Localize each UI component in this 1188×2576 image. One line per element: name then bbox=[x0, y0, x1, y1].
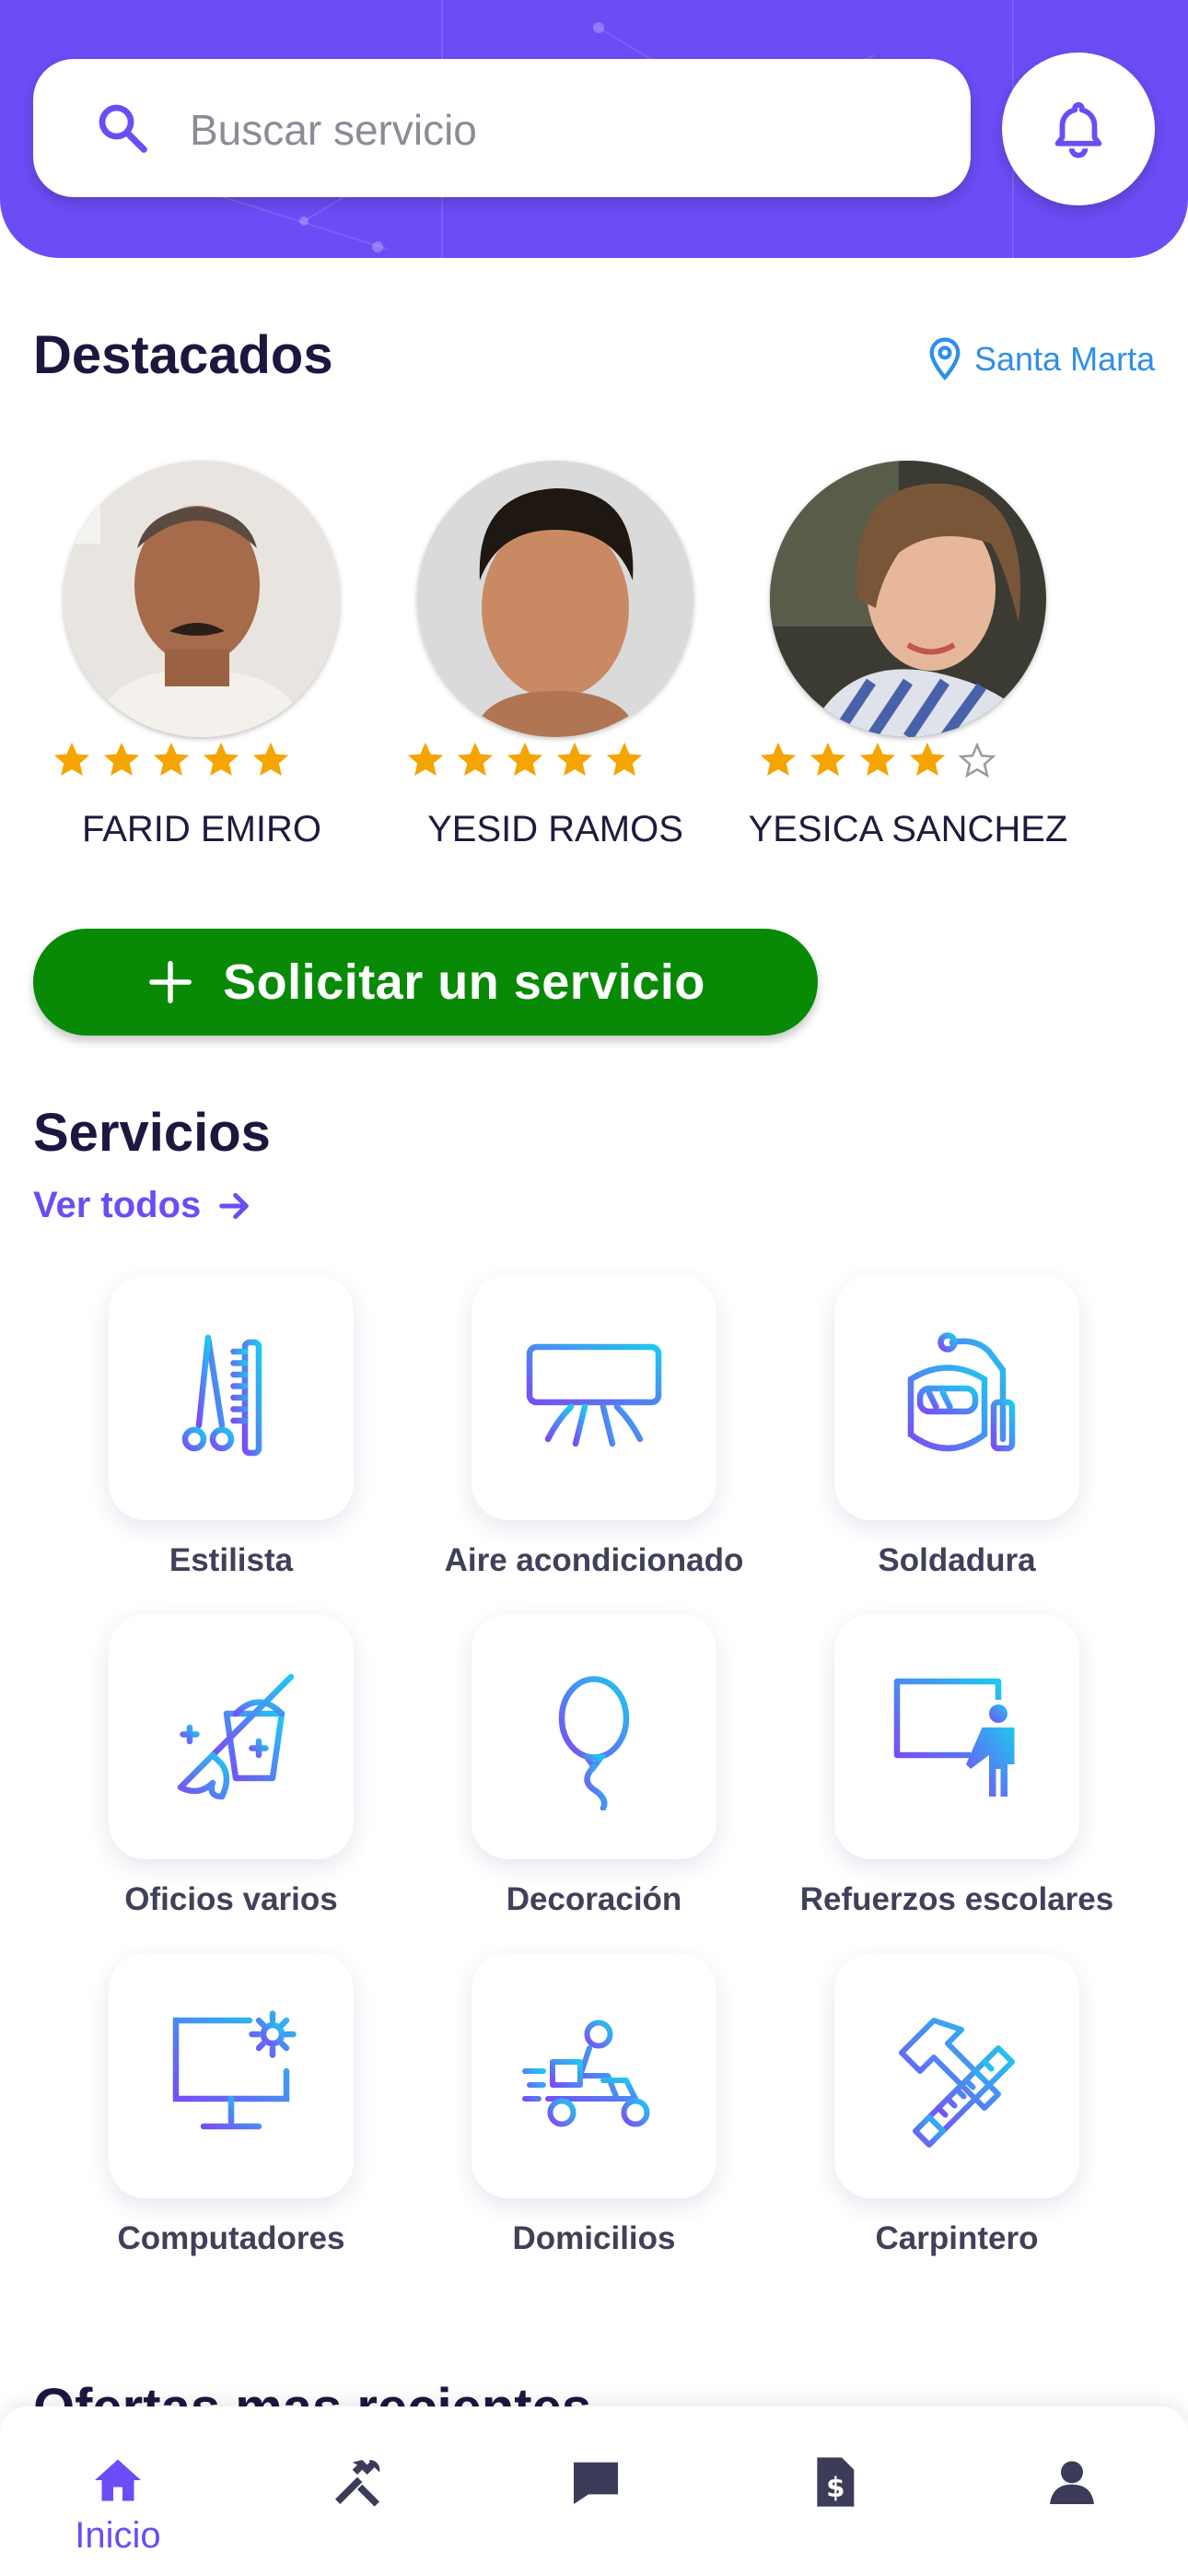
nav-chat[interactable] bbox=[502, 2406, 686, 2576]
service-tile[interactable] bbox=[109, 1953, 354, 2198]
nav-label: Inicio bbox=[75, 2515, 161, 2556]
service-refuerzos-escolares[interactable]: Refuerzos escolares bbox=[761, 1614, 1129, 1946]
star-filled-icon bbox=[252, 742, 289, 777]
location-selector[interactable]: Santa Marta bbox=[925, 332, 1155, 387]
header: Buscar servicio bbox=[0, 0, 1188, 258]
chat-icon bbox=[574, 2462, 618, 2504]
featured-name: YESID RAMOS bbox=[427, 809, 683, 849]
service-estilista[interactable]: Estilista bbox=[35, 1275, 403, 1607]
nav-tools[interactable] bbox=[263, 2406, 448, 2576]
nav-inicio[interactable]: Inicio bbox=[26, 2406, 210, 2576]
invoice-icon: $ bbox=[817, 2457, 855, 2507]
star-empty-icon bbox=[958, 742, 996, 779]
avatar bbox=[417, 461, 693, 737]
arrow-right-icon bbox=[219, 1192, 250, 1219]
see-all-label: Ver todos bbox=[33, 1185, 202, 1225]
service-aire-acondicionado[interactable]: Aire acondicionado bbox=[398, 1275, 766, 1607]
service-label: Refuerzos escolares bbox=[799, 1881, 1114, 1917]
teacher-board-icon bbox=[893, 1678, 1015, 1797]
search-icon bbox=[99, 104, 147, 153]
notifications-button[interactable] bbox=[1002, 53, 1155, 205]
star-filled-icon bbox=[606, 742, 643, 777]
service-label: Estilista bbox=[169, 1542, 294, 1578]
location-label: Santa Marta bbox=[974, 340, 1156, 378]
featured-card-farid[interactable]: FARID EMIRO bbox=[17, 461, 386, 866]
star-filled-icon bbox=[457, 742, 494, 777]
rating-stars bbox=[51, 739, 292, 781]
service-label: Computadores bbox=[117, 2220, 345, 2256]
service-computadores[interactable]: Computadores bbox=[35, 1953, 403, 2285]
services-title: Servicios bbox=[33, 1103, 271, 1163]
star-filled-icon bbox=[809, 742, 846, 777]
see-all-link[interactable]: Ver todos bbox=[33, 1185, 252, 1226]
featured-card-yesid[interactable]: YESID RAMOS bbox=[371, 461, 740, 866]
nav-profile[interactable] bbox=[978, 2406, 1162, 2576]
home-icon bbox=[95, 2459, 141, 2501]
map-pin-icon bbox=[929, 337, 961, 381]
service-domicilios[interactable]: Domicilios bbox=[398, 1953, 766, 2285]
star-filled-icon bbox=[203, 742, 239, 777]
star-filled-icon bbox=[760, 742, 797, 777]
featured-card-yesica[interactable]: YESICA SANCHEZ bbox=[724, 461, 1092, 866]
user-icon bbox=[1050, 2461, 1094, 2504]
star-filled-icon bbox=[859, 742, 896, 777]
service-tile[interactable] bbox=[834, 1275, 1079, 1520]
service-label: Decoración bbox=[506, 1881, 682, 1917]
service-label: Soldadura bbox=[878, 1542, 1036, 1578]
service-oficios-varios[interactable]: Oficios varios bbox=[35, 1614, 403, 1946]
service-carpintero[interactable]: Carpintero bbox=[761, 1953, 1129, 2285]
featured-name: YESICA SANCHEZ bbox=[748, 809, 1068, 849]
star-filled-icon bbox=[153, 742, 190, 777]
featured-name: FARID EMIRO bbox=[81, 809, 322, 849]
service-tile[interactable] bbox=[109, 1275, 354, 1520]
rating-stars bbox=[757, 739, 998, 781]
avatar bbox=[770, 461, 1046, 737]
request-service-label: Solicitar un servicio bbox=[223, 954, 705, 1010]
plus-icon bbox=[149, 961, 192, 1003]
service-label: Aire acondicionado bbox=[444, 1542, 744, 1578]
balloon-icon bbox=[558, 1676, 630, 1810]
rating-stars bbox=[404, 739, 646, 781]
service-label: Oficios varios bbox=[124, 1881, 338, 1917]
service-label: Carpintero bbox=[875, 2220, 1039, 2256]
hammer-saw-icon bbox=[899, 2018, 1015, 2148]
service-decoracion[interactable]: Decoración bbox=[398, 1614, 766, 1946]
tools-icon bbox=[335, 2459, 380, 2507]
service-tile[interactable] bbox=[472, 1953, 716, 2198]
request-service-button[interactable]: Solicitar un servicio bbox=[33, 929, 818, 1036]
air-conditioner-icon bbox=[526, 1343, 662, 1447]
nav-invoice[interactable]: $ bbox=[740, 2406, 925, 2576]
scissors-comb-icon bbox=[181, 1334, 262, 1457]
star-filled-icon bbox=[507, 742, 543, 777]
featured-title: Destacados bbox=[33, 325, 333, 385]
cleaning-bucket-icon bbox=[177, 1673, 295, 1800]
search-input[interactable]: Buscar servicio bbox=[190, 105, 477, 155]
star-filled-icon bbox=[556, 742, 593, 777]
service-tile[interactable] bbox=[472, 1275, 716, 1520]
service-tile[interactable] bbox=[472, 1614, 716, 1859]
avatar bbox=[64, 461, 340, 737]
bottom-nav: Inicio $ bbox=[0, 2406, 1188, 2576]
service-tile[interactable] bbox=[834, 1614, 1079, 1859]
monitor-gear-icon bbox=[172, 2010, 297, 2130]
service-tile[interactable] bbox=[834, 1953, 1079, 2198]
service-tile[interactable] bbox=[109, 1614, 354, 1859]
search-bar[interactable]: Buscar servicio bbox=[33, 59, 971, 197]
delivery-scooter-icon bbox=[522, 2020, 650, 2127]
star-filled-icon bbox=[909, 742, 946, 777]
star-filled-icon bbox=[103, 742, 140, 777]
bell-icon bbox=[1054, 101, 1102, 158]
star-filled-icon bbox=[53, 742, 90, 777]
svg-text:$: $ bbox=[826, 2472, 844, 2503]
service-soldadura[interactable]: Soldadura bbox=[761, 1275, 1129, 1607]
service-label: Domicilios bbox=[512, 2220, 676, 2256]
star-filled-icon bbox=[407, 742, 444, 777]
welding-mask-icon bbox=[907, 1332, 1016, 1452]
